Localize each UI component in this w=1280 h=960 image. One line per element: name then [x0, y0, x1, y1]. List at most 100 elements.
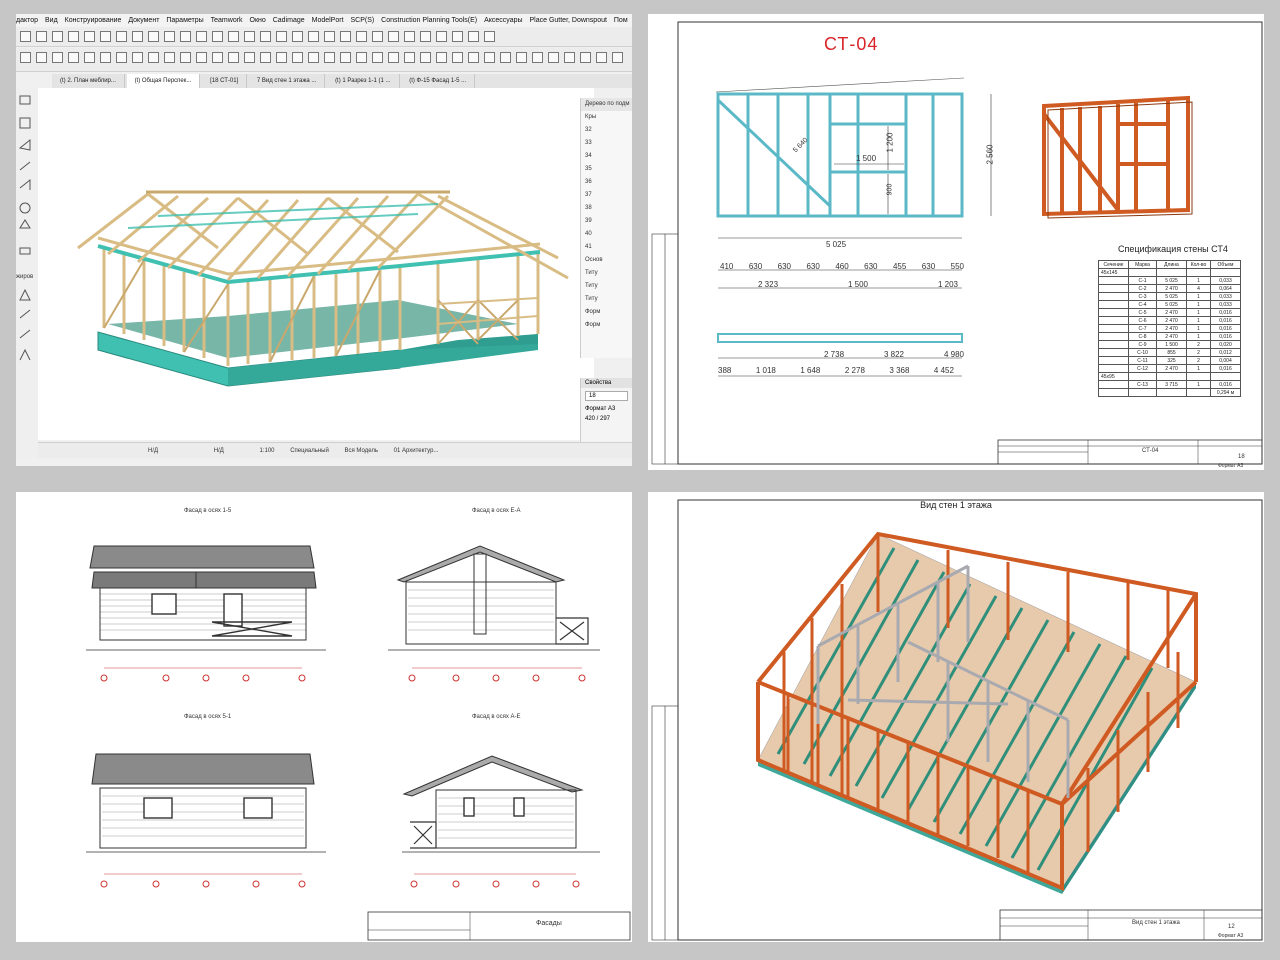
toolbar-button[interactable] — [436, 52, 447, 63]
toolbar-button[interactable] — [324, 52, 335, 63]
toolbar-button[interactable] — [228, 31, 239, 42]
toolbar-button[interactable] — [324, 31, 335, 42]
toolbar-button[interactable] — [548, 52, 559, 63]
tree-item[interactable]: 39 — [581, 215, 632, 228]
menu-item[interactable]: Пом — [614, 17, 628, 24]
toolbar-button[interactable] — [468, 31, 479, 42]
toolbar-button[interactable] — [20, 31, 31, 42]
tree-item[interactable]: Основ — [581, 254, 632, 267]
toolbar-button[interactable] — [484, 52, 495, 63]
toolbox-icons[interactable] — [16, 88, 38, 388]
menu-item[interactable]: Construction Planning Tools(E) — [381, 17, 477, 24]
tab-walls-view[interactable]: 7 Вид стен 1 этажа ... — [249, 74, 326, 88]
status-field[interactable]: 01 Архитектур... — [394, 448, 439, 454]
toolbar-button[interactable] — [164, 52, 175, 63]
tree-item[interactable]: 40 — [581, 228, 632, 241]
menu-item[interactable]: Place Gutter, Downspout — [530, 17, 607, 24]
menu-item[interactable]: дактор — [16, 17, 38, 24]
tree-item[interactable]: 36 — [581, 176, 632, 189]
menu-item[interactable]: ModelPort — [312, 17, 344, 24]
menu-item[interactable]: Teamwork — [211, 17, 243, 24]
toolbar-button[interactable] — [100, 31, 111, 42]
toolbar-button[interactable] — [20, 52, 31, 63]
toolbar-button[interactable] — [308, 52, 319, 63]
toolbar-button[interactable] — [68, 31, 79, 42]
toolbar-button[interactable] — [180, 52, 191, 63]
tab-facade[interactable]: (t) Ф-15 Фасад 1-5 ... — [401, 74, 476, 88]
tab-section[interactable]: (t) 1 Разрез 1-1 (1 ... — [327, 74, 400, 88]
toolbar-button[interactable] — [132, 31, 143, 42]
menu-item[interactable]: Cadimage — [273, 17, 305, 24]
tree-item[interactable]: 38 — [581, 202, 632, 215]
toolbar-button[interactable] — [340, 52, 351, 63]
tree-item[interactable]: Форм — [581, 319, 632, 332]
toolbar-button[interactable] — [196, 31, 207, 42]
toolbar-button[interactable] — [532, 52, 543, 63]
tree-item[interactable]: 41 — [581, 241, 632, 254]
toolbar-button[interactable] — [356, 31, 367, 42]
toolbar-button[interactable] — [180, 31, 191, 42]
toolbar-button[interactable] — [276, 31, 287, 42]
toolbar-button[interactable] — [420, 52, 431, 63]
toolbar-button[interactable] — [244, 52, 255, 63]
tree-item[interactable]: 37 — [581, 189, 632, 202]
toolbar-button[interactable] — [68, 52, 79, 63]
toolbar-button[interactable] — [228, 52, 239, 63]
toolbar-button[interactable] — [260, 31, 271, 42]
toolbar-button[interactable] — [292, 31, 303, 42]
toolbar-button[interactable] — [116, 31, 127, 42]
toolbar-button[interactable] — [148, 31, 159, 42]
toolbar-button[interactable] — [484, 31, 495, 42]
toolbar-button[interactable] — [116, 52, 127, 63]
toolbar-button[interactable] — [52, 52, 63, 63]
menu-item[interactable]: Окно — [250, 17, 266, 24]
toolbar-button[interactable] — [292, 52, 303, 63]
toolbar-button[interactable] — [388, 52, 399, 63]
toolbar-button[interactable] — [100, 52, 111, 63]
toolbar-button[interactable] — [36, 52, 47, 63]
status-field[interactable]: Специальный — [290, 448, 329, 454]
menu-item[interactable]: Документ — [128, 17, 159, 24]
tree-item[interactable]: Кры — [581, 111, 632, 124]
tab-st01[interactable]: [18 СТ-01] — [202, 74, 248, 88]
tab-plan[interactable]: (t) 2. План меблир... — [52, 74, 125, 88]
toolbar-button[interactable] — [388, 31, 399, 42]
menu-item[interactable]: SCP(S) — [350, 17, 374, 24]
toolbar-button[interactable] — [468, 52, 479, 63]
toolbar-button[interactable] — [436, 31, 447, 42]
tree-item[interactable]: Титу — [581, 267, 632, 280]
toolbar-button[interactable] — [372, 52, 383, 63]
toolbar-button[interactable] — [564, 52, 575, 63]
toolbar-button[interactable] — [516, 52, 527, 63]
toolbar-button[interactable] — [244, 31, 255, 42]
tree-item[interactable]: 34 — [581, 150, 632, 163]
menu-item[interactable]: Параметры — [166, 17, 203, 24]
toolbar-button[interactable] — [420, 31, 431, 42]
tree-item[interactable]: Титу — [581, 293, 632, 306]
menu-item[interactable]: Вид — [45, 17, 58, 24]
tree-item[interactable]: Форм — [581, 306, 632, 319]
toolbar-button[interactable] — [356, 52, 367, 63]
tab-perspective[interactable]: (t) Общая Перспек... — [126, 74, 201, 88]
toolbar-button[interactable] — [596, 52, 607, 63]
toolbar-button[interactable] — [452, 52, 463, 63]
properties-value-field[interactable]: 18 — [585, 391, 628, 401]
tree-item[interactable]: 32 — [581, 124, 632, 137]
toolbar-button[interactable] — [340, 31, 351, 42]
toolbar-button[interactable] — [212, 31, 223, 42]
toolbar-button[interactable] — [196, 52, 207, 63]
toolbar-button[interactable] — [260, 52, 271, 63]
toolbar-button[interactable] — [580, 52, 591, 63]
toolbar-button[interactable] — [148, 52, 159, 63]
3d-viewport[interactable] — [38, 88, 594, 440]
toolbar-button[interactable] — [612, 52, 623, 63]
toolbar-button[interactable] — [132, 52, 143, 63]
toolbar-button[interactable] — [84, 52, 95, 63]
toolbar-button[interactable] — [372, 31, 383, 42]
status-field[interactable]: Н/Д — [148, 448, 158, 454]
tree-item[interactable]: 33 — [581, 137, 632, 150]
toolbar-button[interactable] — [164, 31, 175, 42]
tree-item[interactable]: Титу — [581, 280, 632, 293]
menu-item[interactable]: Конструирование — [65, 17, 122, 24]
toolbar-button[interactable] — [52, 31, 63, 42]
